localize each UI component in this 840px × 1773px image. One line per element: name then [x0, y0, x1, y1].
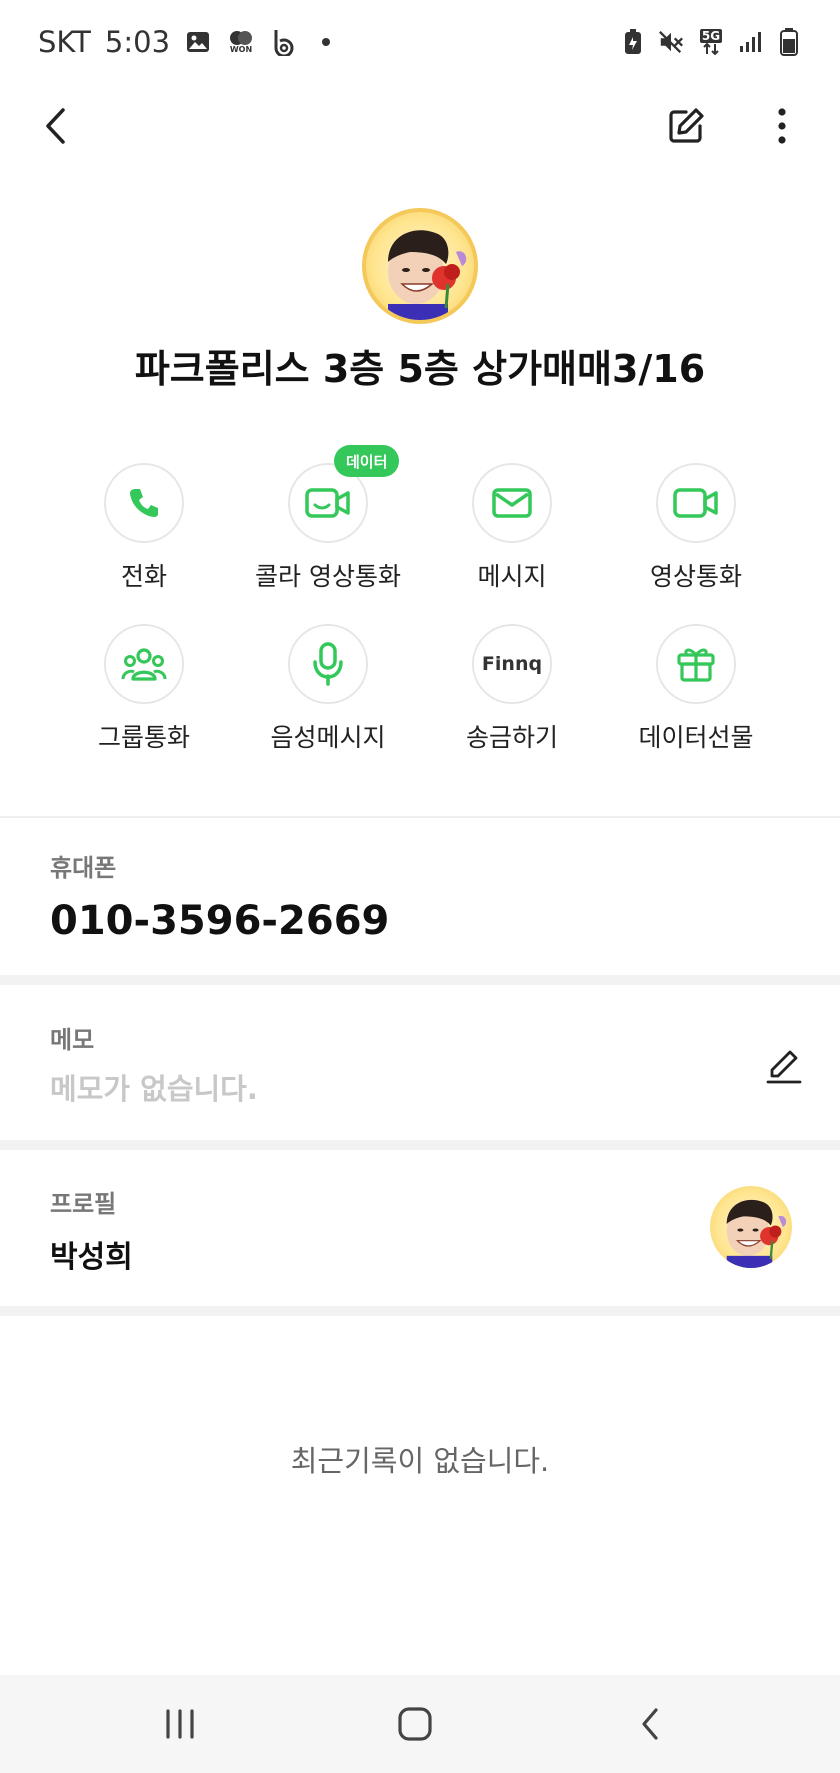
call-label: 전화 [120, 562, 167, 591]
mute-icon [658, 27, 684, 57]
battery-saver-icon [620, 27, 646, 57]
won-text: WON [229, 45, 253, 54]
back-arrow-icon [46, 108, 65, 144]
nav-back-icon [642, 1708, 658, 1740]
more-vertical-icon [778, 108, 786, 144]
memo-placeholder[interactable]: 메모가 없습니다. [50, 1066, 258, 1108]
navigation-bar [0, 1675, 840, 1773]
time-text: 5:03 [104, 25, 171, 59]
gift-icon [677, 648, 715, 682]
network-text: 5G [699, 29, 723, 43]
divider [0, 816, 840, 818]
home-button[interactable] [385, 1699, 445, 1749]
group-call-button[interactable] [104, 624, 184, 704]
microphone-icon [313, 642, 343, 686]
back-button[interactable] [30, 100, 82, 152]
data-gift-label: 데이터선물 [638, 723, 754, 752]
recent-apps-icon [166, 1709, 194, 1739]
divider [0, 975, 840, 985]
dot-icon [312, 28, 340, 56]
finnq-icon: Finnq [481, 653, 543, 675]
colla-video-icon [305, 488, 350, 518]
message-icon [492, 488, 532, 518]
group-call-label: 그룹통화 [97, 723, 190, 752]
voice-message-button[interactable] [288, 624, 368, 704]
gallery-icon [184, 28, 212, 56]
recent-apps-button[interactable] [150, 1699, 210, 1749]
profile-section-label: 프로필 [50, 1190, 117, 1218]
call-action[interactable]: 전화 [52, 463, 236, 613]
battery-icon [776, 27, 802, 57]
signal-icon [738, 27, 764, 57]
phone-icon [130, 489, 158, 517]
status-bar: SKT 5:03 WON 5G [0, 0, 840, 84]
edit-contact-button[interactable] [660, 100, 712, 152]
memo-edit-button[interactable] [760, 1042, 808, 1090]
call-button[interactable] [104, 463, 184, 543]
group-call-icon [121, 648, 167, 681]
message-label: 메시지 [477, 562, 547, 591]
video-call-icon [673, 488, 718, 518]
more-options-button[interactable] [756, 100, 808, 152]
colla-video-action[interactable]: 콜라 영상통화 [236, 463, 420, 613]
phone-section-label: 휴대폰 [50, 854, 117, 882]
video-call-button[interactable] [656, 463, 736, 543]
send-money-label: 송금하기 [465, 723, 558, 752]
won-icon: WON [226, 28, 256, 56]
contact-name: 파크폴리스 3층 5층 상가매매3/16 [134, 347, 706, 391]
profile-avatar[interactable] [710, 1186, 792, 1268]
data-gift-button[interactable] [656, 624, 736, 704]
video-call-action[interactable]: 영상통화 [604, 463, 788, 613]
carrier-text: SKT [38, 25, 91, 59]
send-money-button[interactable]: Finnq [472, 624, 552, 704]
message-button[interactable] [472, 463, 552, 543]
profile-name: 박성희 [50, 1240, 133, 1275]
voice-message-action[interactable]: 음성메시지 [236, 624, 420, 774]
divider [0, 1306, 840, 1316]
home-icon [398, 1707, 432, 1741]
top-bar [0, 84, 840, 168]
voice-message-label: 음성메시지 [270, 723, 386, 752]
history-empty-text: 최근기록이 없습니다. [290, 1444, 550, 1478]
phone-number[interactable]: 010-3596-2669 [50, 898, 389, 944]
message-action[interactable]: 메시지 [420, 463, 604, 613]
send-money-action[interactable]: Finnq 송금하기 [420, 624, 604, 774]
group-call-action[interactable]: 그룹통화 [52, 624, 236, 774]
nav-back-button[interactable] [620, 1699, 680, 1749]
memo-section-label: 메모 [50, 1026, 95, 1054]
edit-icon [669, 108, 704, 143]
data-gift-action[interactable]: 데이터선물 [604, 624, 788, 774]
colla-video-label: 콜라 영상통화 [255, 562, 401, 591]
contact-avatar[interactable] [362, 208, 478, 324]
video-call-label: 영상통화 [649, 562, 742, 591]
5g-icon: 5G [696, 27, 726, 57]
pencil-icon [766, 1050, 802, 1084]
data-badge: 데이터 [334, 445, 400, 477]
b-app-icon [270, 28, 298, 56]
divider [0, 1140, 840, 1150]
